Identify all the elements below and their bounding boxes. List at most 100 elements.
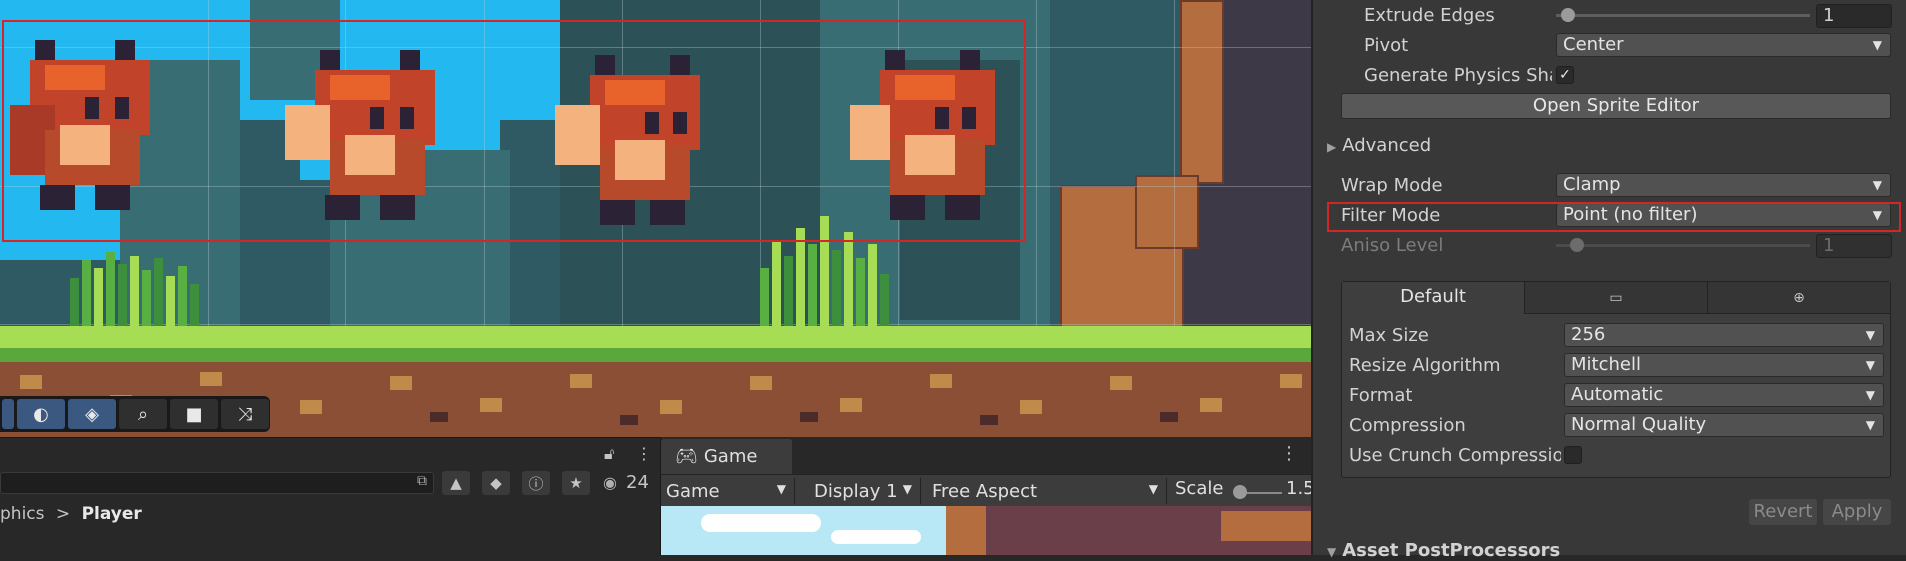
search-input[interactable]: ⧉ [0,472,434,494]
favorite-star-icon[interactable]: ★ [562,471,590,495]
breadcrumb-parent[interactable]: phics [0,504,45,524]
moon-icon[interactable]: ◐ [17,399,65,429]
breadcrumb: phics > Player [0,504,142,528]
revert-button[interactable]: Revert [1749,499,1817,525]
tab-game[interactable]: 🎮︎ Game [661,439,792,474]
tab-webgl-platform[interactable]: ⊕ [1708,282,1890,314]
format-row: Format Automatic ▼ [1342,382,1890,410]
zoom-icon[interactable]: ⌕ [119,399,167,429]
dirt-tile [1280,374,1302,388]
crunch-compression-checkbox[interactable] [1564,446,1582,464]
dirt-tile [480,398,502,412]
dirt-tile [430,412,448,422]
max-size-select-value: 256 [1571,324,1606,345]
scene-view[interactable]: ◐ ◈ ⌕ ■ ⤨ [0,0,1311,437]
scale-slider-handle[interactable] [1233,485,1247,499]
lock-icon[interactable]: 🔓︎ [604,444,614,464]
aspect-select-value: Free Aspect [932,480,1038,502]
open-in-window-icon[interactable]: ⧉ [417,473,427,489]
generate-physics-checkbox[interactable]: ✓ [1556,66,1574,84]
dirt-tile [390,376,412,390]
display-select[interactable]: Display 1 ▼ [801,478,921,504]
dropdown-arrow-icon: ▼ [1865,388,1875,402]
dirt-tile [20,375,42,389]
toolbar-button[interactable] [2,399,14,429]
compression-select-value: Normal Quality [1571,414,1707,435]
dropdown-arrow-icon: ▼ [776,482,786,496]
compression-row: Compression Normal Quality ▼ [1342,412,1890,440]
extrude-edges-slider-handle[interactable] [1561,8,1575,22]
extrude-edges-input[interactable]: 1 [1816,4,1892,28]
generate-physics-row: Generate Physics Sha ✓ [1313,62,1906,90]
dirt-tile [1110,376,1132,390]
dropdown-arrow-icon: ▼ [1148,482,1158,496]
asset-postprocessors-label: Asset PostProcessors [1342,540,1561,561]
sprite-selection-rect [2,20,1026,242]
aniso-level-row: Aniso Level 1 [1313,232,1906,260]
label-filter-icon[interactable]: ◆ [482,471,510,495]
kebab-menu-icon[interactable]: ⋮ [1280,443,1298,464]
filter-mode-highlight [1327,202,1901,232]
extrude-edges-row: Extrude Edges 1 [1313,2,1906,30]
foldout-arrow-icon: ▼ [1327,545,1337,559]
pivot-select-value: Center [1563,34,1624,55]
resize-algorithm-label: Resize Algorithm [1349,355,1501,376]
dirt-tile [800,412,818,422]
shuffle-icon[interactable]: ⤨ [221,399,269,429]
kebab-menu-icon[interactable]: ⋮ [636,444,652,463]
dropdown-arrow-icon: ▼ [1865,418,1875,432]
inspector-panel: Extrude Edges 1 Pivot Center ▼ Generate … [1311,0,1906,561]
extrude-edges-slider-track[interactable] [1556,14,1810,17]
wrap-mode-label: Wrap Mode [1341,175,1443,196]
tab-game-label: Game [703,446,758,467]
crunch-compression-label: Use Crunch Compressior [1349,445,1561,466]
dirt-tile [1160,412,1178,422]
dropdown-arrow-icon: ▼ [1865,358,1875,372]
scale-label: Scale [1175,478,1224,499]
max-size-select[interactable]: 256 ▼ [1564,323,1884,347]
aniso-level-slider-handle [1570,238,1584,252]
dirt-tile [980,415,998,425]
hierarchy-search-row: ⧉ ▲ ◆ ⓘ ★ ◉ 24 [0,468,660,498]
apply-button[interactable]: Apply [1823,499,1891,525]
aniso-level-slider-track [1556,244,1810,247]
dirt-tile [750,376,772,390]
advanced-foldout[interactable]: ▶ Advanced [1327,135,1431,156]
dropdown-arrow-icon: ▼ [1865,328,1875,342]
tab-standalone-platform[interactable]: ▭ [1525,282,1708,314]
dirt-tile [200,372,222,386]
globe-icon: ⊕ [1793,290,1805,306]
resize-algorithm-select-value: Mitchell [1571,354,1641,375]
pivot-select[interactable]: Center ▼ [1556,33,1891,57]
view-select[interactable]: Game ▼ [661,478,795,504]
asset-postprocessors-foldout[interactable]: ▼ Asset PostProcessors [1327,540,1560,561]
dropdown-arrow-icon: ▼ [1872,38,1882,52]
breadcrumb-current[interactable]: Player [82,504,142,524]
dirt-tile [300,400,322,414]
format-label: Format [1349,385,1413,406]
foldout-arrow-icon: ▶ [1327,140,1337,154]
wrap-mode-select[interactable]: Clamp ▼ [1556,173,1891,197]
layers-icon[interactable]: ◈ [68,399,116,429]
type-filter-icon[interactable]: ▲ [442,471,470,495]
open-sprite-editor-button[interactable]: Open Sprite Editor [1341,93,1891,119]
warning-filter-icon[interactable]: ⓘ [522,471,550,495]
extrude-edges-label: Extrude Edges [1364,5,1495,26]
dirt-tile [660,400,682,414]
gamepad-icon: 🎮︎ [675,446,698,467]
dirt-tile [840,398,862,412]
aspect-select[interactable]: Free Aspect ▼ [927,478,1167,504]
tab-default-platform[interactable]: Default [1342,282,1525,314]
game-preview[interactable] [661,506,1312,555]
visibility-eye-icon[interactable]: ◉ [603,473,617,492]
dirt-tile [930,374,952,388]
resize-algorithm-select[interactable]: Mitchell ▼ [1564,353,1884,377]
game-cliff-rock [946,506,986,555]
compression-select[interactable]: Normal Quality ▼ [1564,413,1884,437]
camera-icon[interactable]: ■ [170,399,218,429]
max-size-label: Max Size [1349,325,1429,346]
format-select[interactable]: Automatic ▼ [1564,383,1884,407]
aniso-level-label: Aniso Level [1341,235,1444,256]
monitor-icon: ▭ [1609,290,1623,306]
hierarchy-tabbar: 🔓︎ ⋮ [0,438,660,468]
